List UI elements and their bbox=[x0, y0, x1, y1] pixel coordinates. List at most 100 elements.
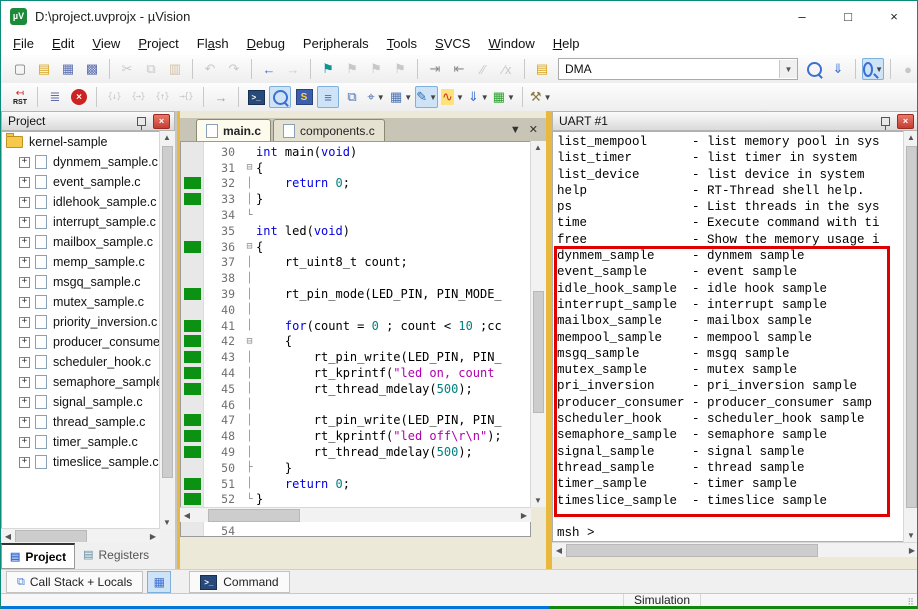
configure-flash-button[interactable]: ▤ bbox=[531, 58, 553, 80]
scroll-left-icon[interactable]: ◀ bbox=[1, 530, 15, 543]
trace-window-button[interactable]: ⇓ ▼ bbox=[467, 86, 490, 108]
close-document-icon[interactable]: ✕ bbox=[529, 123, 538, 136]
expand-icon[interactable]: + bbox=[19, 336, 30, 348]
tab-list-icon[interactable]: ▼ bbox=[510, 124, 521, 136]
bookmark-toggle-button[interactable]: ⚑ bbox=[317, 58, 339, 80]
show-next-statement-button[interactable]: → bbox=[210, 86, 232, 108]
editor-tab-main-c[interactable]: main.c bbox=[196, 119, 272, 141]
expand-icon[interactable]: + bbox=[19, 316, 30, 328]
analysis-window-dropdown-icon[interactable]: ▼ bbox=[456, 93, 464, 102]
save-all-button[interactable]: ▩ bbox=[81, 58, 103, 80]
navigate-back-button[interactable]: ← bbox=[258, 58, 280, 80]
tree-item-producer_consumer-c[interactable]: + producer_consumer.c bbox=[2, 332, 174, 352]
scroll-up-icon[interactable]: ▲ bbox=[531, 141, 545, 154]
memory-window-button[interactable]: ▦ ▼ bbox=[389, 86, 413, 108]
scroll-thumb[interactable] bbox=[533, 291, 544, 413]
scroll-up-icon[interactable]: ▲ bbox=[160, 131, 174, 144]
tree-item-timer_sample-c[interactable]: + timer_sample.c bbox=[2, 432, 174, 452]
target-select-dropdown-icon[interactable]: ▼ bbox=[779, 60, 797, 78]
search-dropdown-icon[interactable]: ▼ bbox=[875, 65, 883, 74]
menu-debug[interactable]: Debug bbox=[238, 33, 294, 54]
expand-icon[interactable]: + bbox=[19, 216, 30, 228]
trace-window-dropdown-icon[interactable]: ▼ bbox=[481, 93, 489, 102]
editor-tab-components-c[interactable]: components.c bbox=[273, 119, 385, 141]
stop-button[interactable]: × bbox=[68, 86, 90, 108]
expand-icon[interactable]: + bbox=[19, 276, 30, 288]
menu-project[interactable]: Project bbox=[129, 33, 187, 54]
menu-file[interactable]: File bbox=[4, 33, 43, 54]
tree-item-thread_sample-c[interactable]: + thread_sample.c bbox=[2, 412, 174, 432]
run-button[interactable]: ≣ bbox=[44, 86, 66, 108]
expand-icon[interactable]: + bbox=[19, 176, 30, 188]
minimize-button[interactable]: – bbox=[779, 1, 825, 31]
tree-item-mailbox_sample-c[interactable]: + mailbox_sample.c bbox=[2, 232, 174, 252]
scroll-thumb[interactable] bbox=[15, 529, 87, 543]
scroll-thumb[interactable] bbox=[566, 543, 818, 557]
scroll-left-icon[interactable]: ◀ bbox=[180, 509, 194, 522]
watch-window-dropdown-icon[interactable]: ▼ bbox=[377, 93, 385, 102]
tree-item-interrupt_sample-c[interactable]: + interrupt_sample.c bbox=[2, 212, 174, 232]
editor-horizontal-scrollbar[interactable]: ◀ ▶ bbox=[180, 507, 531, 522]
uart-vertical-scrollbar[interactable]: ▲ ▼ bbox=[903, 131, 917, 542]
expand-icon[interactable]: + bbox=[19, 236, 30, 248]
scroll-up-icon[interactable]: ▲ bbox=[904, 131, 917, 144]
tree-root-kernel-sample[interactable]: kernel-sample bbox=[2, 132, 174, 152]
fold-marker[interactable]: ⊟ bbox=[243, 162, 256, 173]
menu-window[interactable]: Window bbox=[479, 33, 543, 54]
uart-terminal[interactable]: list_mempool - list memory pool in sys li… bbox=[552, 131, 917, 542]
expand-icon[interactable]: + bbox=[19, 376, 30, 388]
command-window-button[interactable]: >_ bbox=[245, 86, 267, 108]
memory-window-dropdown-icon[interactable]: ▼ bbox=[404, 93, 412, 102]
tree-item-event_sample-c[interactable]: + event_sample.c bbox=[2, 172, 174, 192]
search-button[interactable]: ▼ bbox=[862, 58, 884, 80]
tree-item-signal_sample-c[interactable]: + signal_sample.c bbox=[2, 392, 174, 412]
find-next-button[interactable]: ⇓ bbox=[827, 58, 849, 80]
expand-icon[interactable]: + bbox=[19, 456, 30, 468]
toolbox-dropdown-icon[interactable]: ▼ bbox=[544, 93, 552, 102]
calculator-button[interactable]: ▦ bbox=[147, 571, 172, 593]
scroll-right-icon[interactable]: ▶ bbox=[146, 530, 160, 543]
command-tab[interactable]: >_ Command bbox=[189, 571, 290, 593]
project-horizontal-scrollbar[interactable]: ◀ ▶ bbox=[1, 528, 160, 543]
scroll-right-icon[interactable]: ▶ bbox=[517, 509, 531, 522]
editor-vertical-scrollbar[interactable]: ▲ ▼ bbox=[530, 141, 546, 507]
tree-item-scheduler_hook-c[interactable]: + scheduler_hook.c bbox=[2, 352, 174, 372]
expand-icon[interactable]: + bbox=[19, 156, 30, 168]
project-vertical-scrollbar[interactable]: ▲ ▼ bbox=[159, 131, 175, 529]
pin-icon[interactable] bbox=[137, 116, 146, 130]
registers-window-button[interactable]: ≡ bbox=[317, 86, 339, 108]
system-viewer-button[interactable]: ▦ ▼ bbox=[492, 86, 516, 108]
fold-marker[interactable]: ⊟ bbox=[243, 241, 256, 252]
tree-item-mutex_sample-c[interactable]: + mutex_sample.c bbox=[2, 292, 174, 312]
scroll-right-icon[interactable]: ▶ bbox=[905, 544, 917, 557]
expand-icon[interactable]: + bbox=[19, 196, 30, 208]
maximize-button[interactable]: □ bbox=[825, 1, 871, 31]
scroll-left-icon[interactable]: ◀ bbox=[552, 544, 566, 557]
expand-icon[interactable]: + bbox=[19, 396, 30, 408]
tree-item-msgq_sample-c[interactable]: + msgq_sample.c bbox=[2, 272, 174, 292]
outdent-button[interactable]: ⇤ bbox=[448, 58, 470, 80]
scroll-down-icon[interactable]: ▼ bbox=[904, 529, 917, 542]
menu-view[interactable]: View bbox=[83, 33, 129, 54]
menu-help[interactable]: Help bbox=[544, 33, 589, 54]
expand-icon[interactable]: + bbox=[19, 256, 30, 268]
code-editor[interactable]: 30 int main(void) 31 ⊟{32 │ return 0; 33 │} 34 └… bbox=[180, 141, 531, 537]
pin-icon[interactable] bbox=[881, 116, 890, 130]
tree-item-memp_sample-c[interactable]: + memp_sample.c bbox=[2, 252, 174, 272]
tree-item-priority_inversion-c[interactable]: + priority_inversion.c bbox=[2, 312, 174, 332]
target-select-combobox[interactable]: DMA ▼ bbox=[558, 58, 798, 80]
close-button[interactable]: × bbox=[871, 1, 917, 31]
new-file-button[interactable]: ▢ bbox=[9, 58, 31, 80]
menu-edit[interactable]: Edit bbox=[43, 33, 83, 54]
expand-icon[interactable]: + bbox=[19, 296, 30, 308]
symbol-window-button[interactable]: S bbox=[293, 86, 315, 108]
menu-peripherals[interactable]: Peripherals bbox=[294, 33, 378, 54]
serial-window-button[interactable]: ✎ ▼ bbox=[415, 86, 439, 108]
tree-item-dynmem_sample-c[interactable]: + dynmem_sample.c bbox=[2, 152, 174, 172]
scroll-thumb[interactable] bbox=[906, 146, 917, 508]
find-in-files-button[interactable] bbox=[803, 58, 825, 80]
scroll-down-icon[interactable]: ▼ bbox=[531, 494, 545, 507]
save-button[interactable]: ▦ bbox=[57, 58, 79, 80]
fold-marker[interactable]: ⊟ bbox=[243, 336, 256, 347]
tree-item-semaphore_sample-c[interactable]: + semaphore_sample.c bbox=[2, 372, 174, 392]
